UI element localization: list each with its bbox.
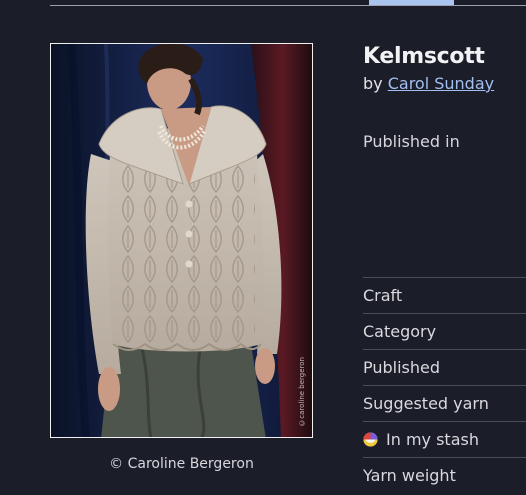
pattern-photo[interactable]: ©caroline bergeron	[50, 43, 313, 438]
stash-icon	[363, 432, 378, 447]
attr-label: Category	[363, 322, 437, 341]
attr-published: Published	[363, 349, 526, 385]
attr-label: Craft	[363, 286, 403, 305]
active-tab-indicator[interactable]	[369, 0, 454, 5]
attr-label: Suggested yarn	[363, 394, 489, 413]
by-prefix: by	[363, 74, 383, 93]
pattern-title: Kelmscott	[363, 44, 485, 69]
published-in-label: Published in	[363, 132, 460, 151]
pattern-attributes: Craft Category Published Suggested yarn …	[363, 277, 526, 493]
attr-yarn-weight: Yarn weight	[363, 457, 526, 493]
designer-byline: by Carol Sunday	[363, 74, 494, 93]
attr-label: Yarn weight	[363, 466, 456, 485]
photo-caption: © Caroline Bergeron	[109, 456, 254, 472]
attr-suggested-yarn: Suggested yarn	[363, 385, 526, 421]
attr-label: In my stash	[386, 430, 479, 449]
top-divider	[50, 5, 526, 6]
attr-craft: Craft	[363, 277, 526, 313]
attr-in-my-stash[interactable]: In my stash	[363, 421, 526, 457]
attr-category: Category	[363, 313, 526, 349]
photo-watermark: ©caroline bergeron	[298, 357, 306, 427]
designer-link[interactable]: Carol Sunday	[388, 74, 494, 93]
attr-label: Published	[363, 358, 441, 377]
